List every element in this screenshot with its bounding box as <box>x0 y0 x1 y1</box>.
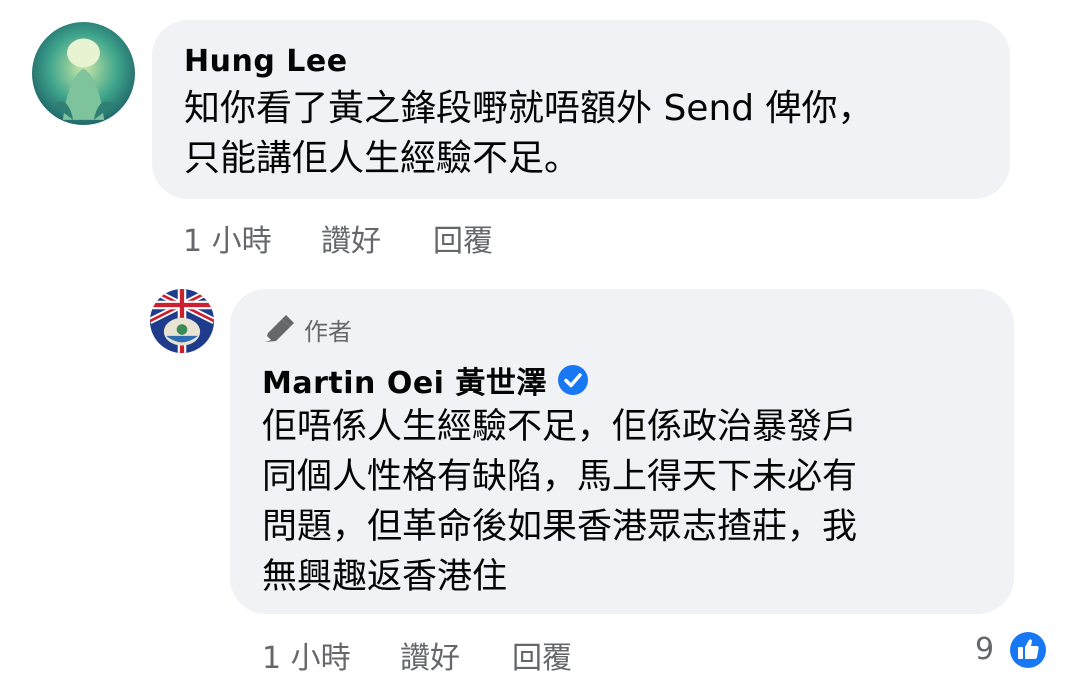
verified-badge-icon <box>557 365 588 395</box>
avatar-martin-oei[interactable] <box>150 289 214 353</box>
comment-text-line: 知你看了黃之鋒段嘢就唔額外 Send 俾你， <box>184 88 874 129</box>
comment-timestamp[interactable]: 1 小時 <box>183 216 272 260</box>
comment-text: 佢唔係人生經驗不足，佢係政治暴發戶 同個人性格有缺陷，馬上得天下未必有 問題，但… <box>262 402 1002 602</box>
comment-text-line: 只能講佢人生經驗不足。 <box>184 138 581 179</box>
reply-button[interactable]: 回覆 <box>433 216 493 260</box>
comment-text-line: 佢唔係人生經驗不足，佢係政治暴發戶 <box>262 407 858 447</box>
like-reaction-icon[interactable] <box>1006 628 1050 672</box>
avatar-hung-lee[interactable] <box>32 22 135 125</box>
author-badge-label: 作者 <box>304 318 352 346</box>
reaction-count[interactable]: 9 <box>975 632 994 667</box>
like-button[interactable]: 讚好 <box>321 216 381 260</box>
like-button[interactable]: 讚好 <box>400 633 460 677</box>
comment-text-line: 無興趣返香港住 <box>262 557 508 597</box>
comment-text: 知你看了黃之鋒段嘢就唔額外 Send 俾你， 只能講佢人生經驗不足。 <box>184 84 994 184</box>
author-badge: 作者 <box>262 312 352 347</box>
comment-text-line: 問題，但革命後如果香港眾志揸莊，我 <box>262 507 858 547</box>
reply-button[interactable]: 回覆 <box>512 633 572 677</box>
comment-author-name[interactable]: Martin Oei 黃世澤 <box>262 358 547 402</box>
comment-author-name[interactable]: Hung Lee <box>184 44 348 79</box>
avatar-image <box>32 22 135 125</box>
comment-actions: 1 小時 讚好 回覆 <box>183 216 583 259</box>
comment-author-name-row: Martin Oei 黃世澤 <box>262 358 589 402</box>
comment-timestamp[interactable]: 1 小時 <box>262 633 351 677</box>
comment-actions: 1 小時 讚好 回覆 <box>262 633 662 676</box>
comment-text-line: 同個人性格有缺陷，馬上得天下未必有 <box>262 457 858 497</box>
avatar-image <box>150 289 214 353</box>
pen-icon <box>265 314 294 342</box>
